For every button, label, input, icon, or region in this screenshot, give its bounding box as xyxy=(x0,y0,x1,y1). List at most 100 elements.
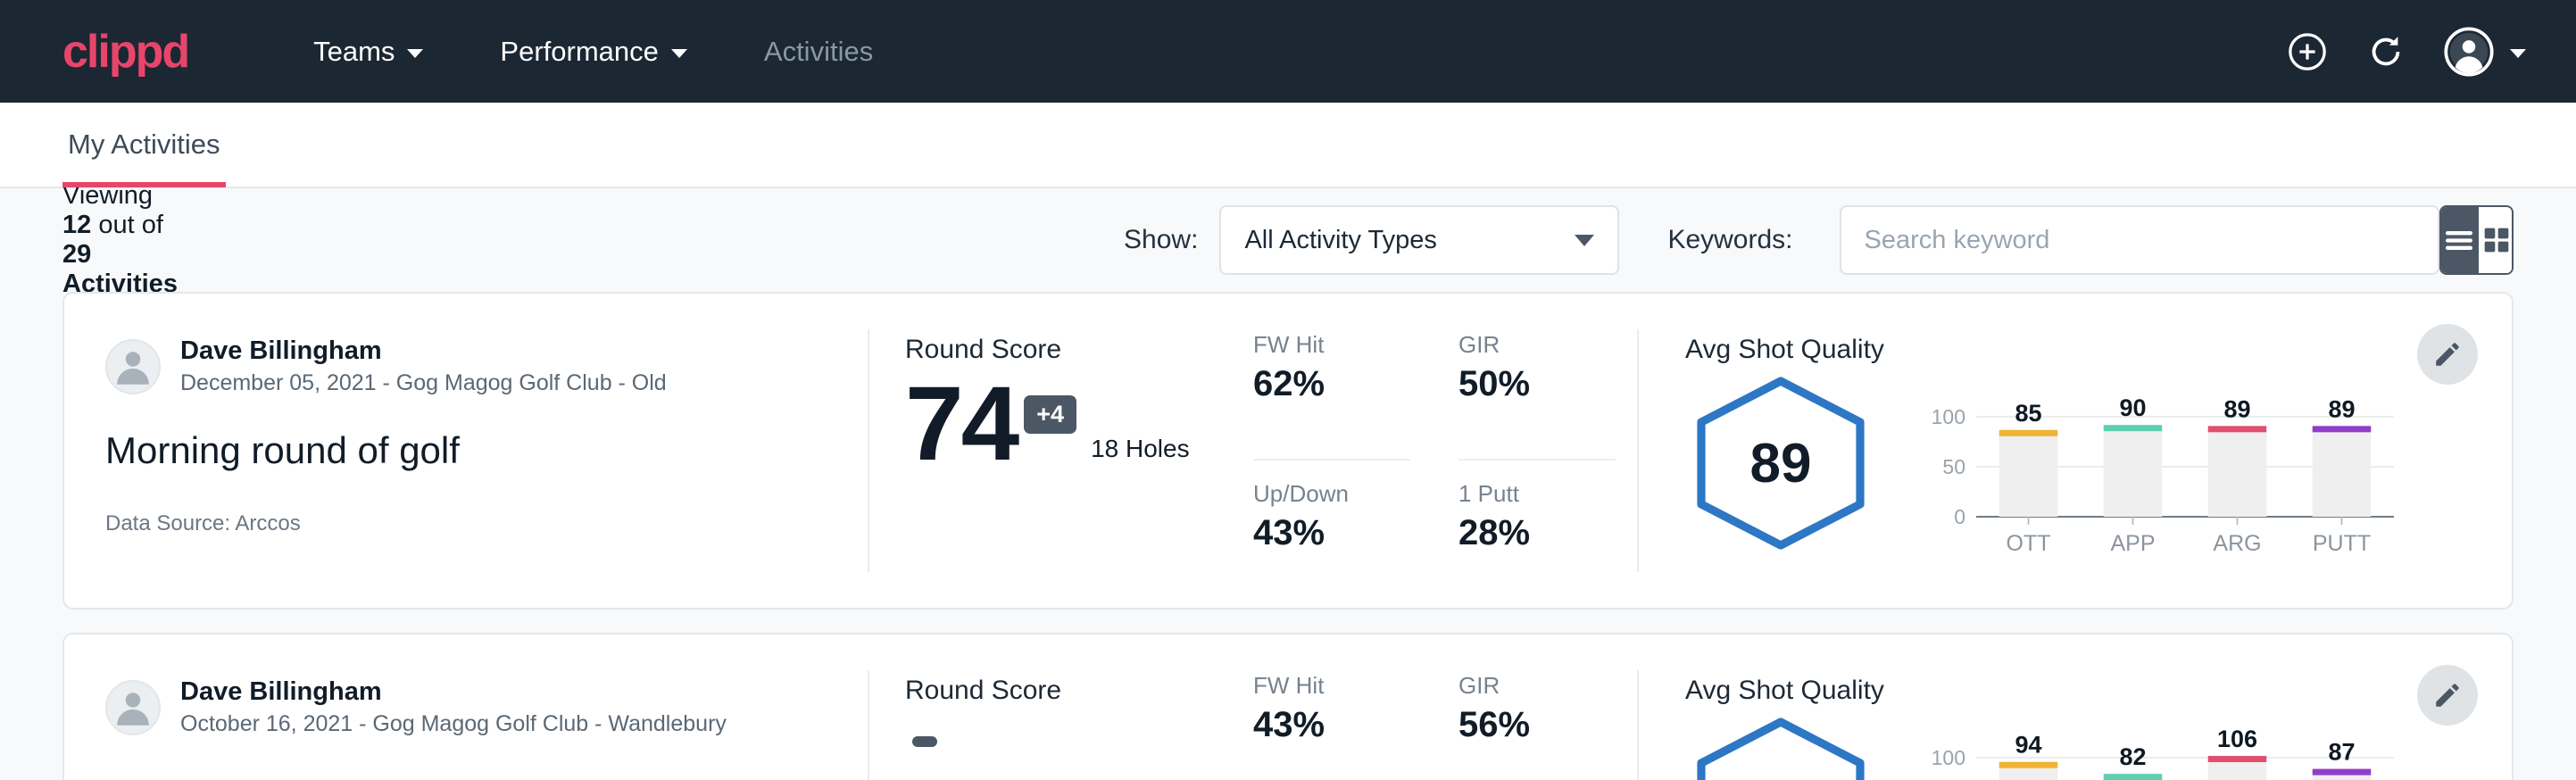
stat-label: FW Hit xyxy=(1253,672,1410,700)
round-score-label: Round Score xyxy=(905,676,1253,706)
activity-type-value: All Activity Types xyxy=(1244,226,1436,255)
player-info: Dave Billingham December 05, 2021 - Gog … xyxy=(180,335,667,399)
stat-gir: GIR 56% xyxy=(1458,672,1616,780)
stat-value: 43% xyxy=(1253,705,1410,745)
activity-meta: December 05, 2021 - Gog Magog Golf Club … xyxy=(180,369,667,399)
filter-toolbar: Viewing 12 out of 29 Activities Show: Al… xyxy=(62,188,2514,292)
stat-value: 28% xyxy=(1458,513,1637,553)
viewing-total: 29 xyxy=(62,240,91,269)
list-view-icon xyxy=(2441,222,2477,258)
stat-1-putt: 1 Putt 28% xyxy=(1458,480,1637,608)
edit-activity-button[interactable] xyxy=(2417,324,2478,385)
tab-my-activities-label: My Activities xyxy=(68,129,220,161)
pencil-icon xyxy=(2432,680,2463,710)
activity-type-select[interactable]: All Activity Types xyxy=(1219,205,1619,275)
chevron-down-icon xyxy=(1575,235,1594,246)
avg-shot-quality-block: Avg Shot Quality 89 05010085OTT90APP89AR… xyxy=(1639,294,2512,608)
activity-card[interactable]: Dave Billingham October 16, 2021 - Gog M… xyxy=(62,633,2514,780)
svg-text:OTT: OTT xyxy=(2007,531,2051,556)
svg-text:106: 106 xyxy=(2217,726,2257,752)
avatar xyxy=(105,680,161,735)
nav-item-teams[interactable]: Teams xyxy=(287,27,450,77)
stat-value: 50% xyxy=(1458,364,1616,404)
pencil-icon xyxy=(2432,339,2463,369)
nav-item-activities-label: Activities xyxy=(764,36,873,68)
svg-text:82: 82 xyxy=(2119,743,2146,770)
stat-value: 62% xyxy=(1253,364,1410,404)
stat-label: GIR xyxy=(1458,672,1616,700)
round-score-value: 74 xyxy=(905,374,1017,474)
clippd-logo[interactable]: clippd xyxy=(62,25,188,79)
round-score-row: 74 +4 18 Holes xyxy=(905,374,1253,474)
stat-value: 43% xyxy=(1253,513,1432,553)
svg-text:89: 89 xyxy=(2328,395,2355,422)
list-view-button[interactable] xyxy=(2441,207,2479,273)
stat-up-down: Up/Down 43% xyxy=(1253,480,1432,608)
quality-hexagon xyxy=(1685,715,1876,780)
player-name: Dave Billingham xyxy=(180,676,727,708)
svg-text:100: 100 xyxy=(1932,746,1965,769)
svg-text:50: 50 xyxy=(1942,455,1965,478)
avatar xyxy=(105,339,161,394)
svg-text:87: 87 xyxy=(2328,739,2355,766)
stat-label: GIR xyxy=(1458,331,1616,359)
svg-text:ARG: ARG xyxy=(2213,531,2261,556)
nav-item-performance[interactable]: Performance xyxy=(473,27,713,77)
stat-label: Up/Down xyxy=(1253,480,1432,508)
refresh-icon[interactable] xyxy=(2365,31,2406,72)
activity-meta: October 16, 2021 - Gog Magog Golf Club -… xyxy=(180,709,727,740)
chevron-down-icon xyxy=(671,49,687,58)
activity-card[interactable]: Dave Billingham December 05, 2021 - Gog … xyxy=(62,292,2514,610)
player-header: Dave Billingham December 05, 2021 - Gog … xyxy=(105,335,868,399)
stats-grid: FW Hit 62% GIR 50% Up/Down 43% 1 Putt 28… xyxy=(1253,294,1637,608)
tab-bar: My Activities xyxy=(0,103,2576,188)
viewing-summary: Viewing 12 out of 29 Activities xyxy=(62,181,178,299)
shot-quality-bar-chart: 05010085OTT90APP89ARG89PUTT xyxy=(1921,379,2403,562)
svg-text:89: 89 xyxy=(2223,395,2250,422)
stat-label: FW Hit xyxy=(1253,331,1410,359)
nav-item-activities[interactable]: Activities xyxy=(737,27,900,77)
nav-right-actions xyxy=(2287,27,2526,77)
stat-gir: GIR 50% xyxy=(1458,331,1616,461)
svg-text:90: 90 xyxy=(2119,394,2146,421)
account-avatar-icon xyxy=(2444,27,2494,77)
holes-played: 18 Holes xyxy=(1091,435,1190,463)
quality-score-value xyxy=(1685,715,1876,780)
tab-my-activities[interactable]: My Activities xyxy=(62,102,226,187)
stat-fw-hit: FW Hit 43% xyxy=(1253,672,1410,780)
activity-summary: Dave Billingham December 05, 2021 - Gog … xyxy=(64,294,868,608)
keywords-label: Keywords: xyxy=(1667,225,1792,255)
chevron-down-icon xyxy=(2510,49,2526,58)
stats-grid: FW Hit 43% GIR 56% xyxy=(1253,635,1637,780)
search-input[interactable] xyxy=(1865,226,2414,255)
view-mode-toggle xyxy=(2439,205,2514,275)
top-navigation-bar: clippd Teams Performance Activities xyxy=(0,0,2576,103)
plus-circle-icon[interactable] xyxy=(2287,31,2328,72)
viewing-middle: out of xyxy=(98,211,163,239)
round-score-block: Round Score 74 +4 18 Holes xyxy=(869,294,1253,608)
activity-summary: Dave Billingham October 16, 2021 - Gog M… xyxy=(64,635,868,780)
stat-label: 1 Putt xyxy=(1458,480,1637,508)
avg-shot-quality-label: Avg Shot Quality xyxy=(1685,335,2512,365)
round-score-label: Round Score xyxy=(905,335,1253,365)
svg-text:100: 100 xyxy=(1932,405,1965,428)
grid-view-icon xyxy=(2479,222,2514,258)
svg-text:94: 94 xyxy=(2015,732,2041,759)
svg-text:APP: APP xyxy=(2110,531,2155,556)
svg-text:PUTT: PUTT xyxy=(2313,531,2371,556)
search-keyword-box[interactable] xyxy=(1840,205,2439,275)
avg-shot-quality-body: 05010094OTT82APP106ARG87PUTT xyxy=(1685,711,2512,780)
quality-score-value: 89 xyxy=(1685,374,1876,552)
nav-links: Teams Performance Activities xyxy=(287,27,923,77)
account-menu[interactable] xyxy=(2444,27,2526,77)
avg-shot-quality-block: Avg Shot Quality 05010094OTT82APP106ARG8… xyxy=(1639,635,2512,780)
svg-text:85: 85 xyxy=(2015,400,2041,427)
nav-item-performance-label: Performance xyxy=(500,36,658,68)
viewing-count: 12 xyxy=(62,211,91,239)
stat-fw-hit: FW Hit 62% xyxy=(1253,331,1410,461)
avg-shot-quality-label: Avg Shot Quality xyxy=(1685,676,2512,706)
edit-activity-button[interactable] xyxy=(2417,665,2478,726)
grid-view-button[interactable] xyxy=(2479,207,2514,273)
nav-item-teams-label: Teams xyxy=(313,36,395,68)
player-header: Dave Billingham October 16, 2021 - Gog M… xyxy=(105,676,868,740)
